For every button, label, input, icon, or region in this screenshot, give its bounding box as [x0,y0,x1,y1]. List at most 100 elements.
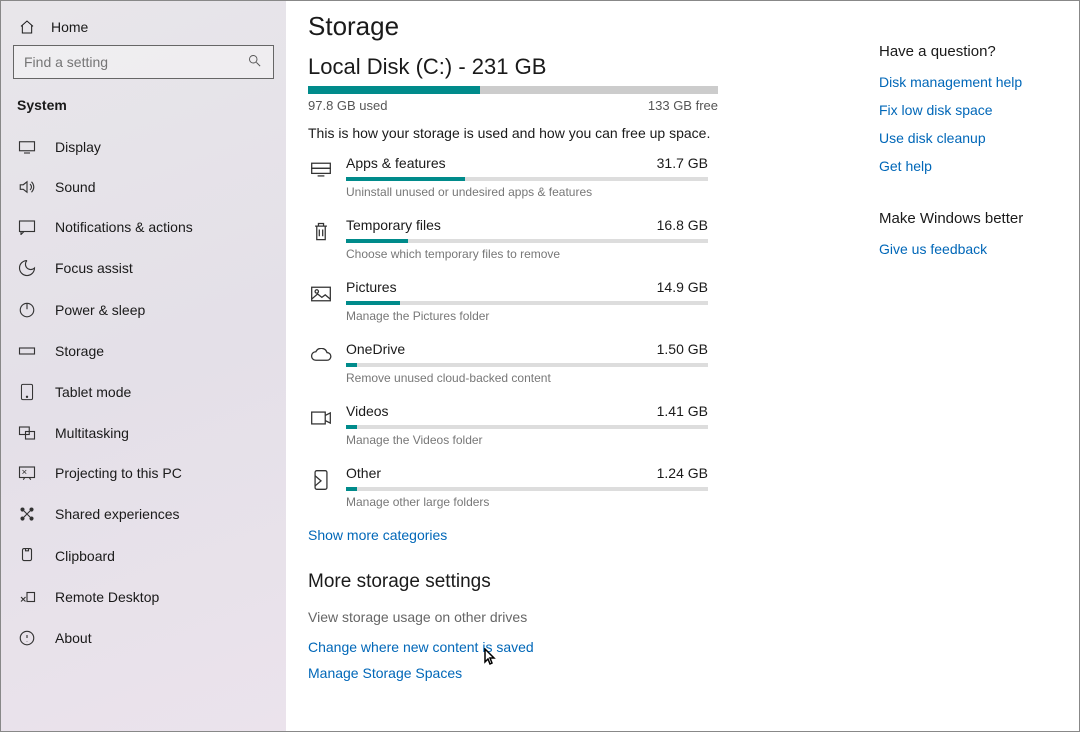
category-body: Other 1.24 GB Manage other large folders [346,465,708,509]
category-other[interactable]: Other 1.24 GB Manage other large folders [308,465,849,509]
category-hint: Uninstall unused or undesired apps & fea… [346,185,708,199]
nav-item-storage[interactable]: Storage [9,331,278,371]
nav-icon [17,383,37,401]
category-temporary-files[interactable]: Temporary files16.8 GBChoose which tempo… [308,217,849,261]
get-help-link[interactable]: Get help [879,158,1059,174]
disk-usage-bar [308,86,718,94]
category-pictures[interactable]: Pictures 14.9 GB Manage the Pictures folde… [308,279,849,323]
disk-title: Local Disk (C:) - 231 GB [308,54,849,80]
category-bar [346,239,708,243]
fix-low-disk-link[interactable]: Fix low disk space [879,102,1059,118]
nav-item-notifications-actions[interactable]: Notifications & actions [9,207,278,247]
category-hint: Manage other large folders [346,495,708,509]
category-name: Pictures [346,279,397,295]
category-onedrive[interactable]: OneDrive 1.50 GB Remove unused cloud-backe… [308,341,849,385]
disk-usage-fill [308,86,480,94]
storage-description: This is how your storage is used and how… [308,125,849,141]
nav-item-focus-assist[interactable]: Focus assist [9,247,278,289]
category-body: Temporary files16.8 GBChoose which tempo… [346,217,708,261]
disk-free-label: 133 GB free [648,98,718,113]
question-title: Have a question? [879,43,1059,60]
category-size: 1.41 GB [657,403,708,419]
disk-cleanup-link[interactable]: Use disk cleanup [879,130,1059,146]
category-body: OneDrive 1.50 GB Remove unused cloud-backe… [346,341,708,385]
search-input[interactable] [13,45,274,79]
nav-item-tablet-mode[interactable]: Tablet mode [9,371,278,413]
category-name: Temporary files [346,217,441,233]
nav-item-display[interactable]: Display [9,127,278,167]
nav-label: Remote Desktop [55,589,159,605]
category-name: OneDrive [346,341,405,357]
category-bar-fill [346,177,465,181]
nav-label: Projecting to this PC [55,465,182,481]
nav-icon [17,346,37,356]
category-bar-fill [346,363,357,367]
category-videos[interactable]: Videos 1.41 GB Manage the Videos folder [308,403,849,447]
category-bar [346,487,708,491]
nav-item-about[interactable]: About [9,617,278,659]
nav-item-shared-experiences[interactable]: Shared experiences [9,493,278,535]
category-name: Videos [346,403,389,419]
category-size: 14.9 GB [657,279,708,295]
category-bar [346,177,708,181]
category-bar-fill [346,301,400,305]
right-pane: Have a question? Disk management help Fi… [849,11,1059,721]
category-body: Pictures 14.9 GB Manage the Pictures folde… [346,279,708,323]
nav-icon [17,140,37,154]
nav-icon [17,589,37,605]
home-button[interactable]: Home [9,13,278,45]
disk-mgmt-help-link[interactable]: Disk management help [879,74,1059,90]
category-bar-fill [346,487,357,491]
category-hint: Manage the Pictures folder [346,309,708,323]
page-title: Storage [308,11,849,42]
nav-icon [17,219,37,235]
nav-item-sound[interactable]: Sound [9,167,278,207]
home-label: Home [51,19,88,35]
content: Storage Local Disk (C:) - 231 GB 97.8 GB… [308,11,849,721]
category-bar [346,301,708,305]
nav-item-power-sleep[interactable]: Power & sleep [9,289,278,331]
nav-item-clipboard[interactable]: Clipboard [9,535,278,577]
category-body: Apps & features 31.7 GB Uninstall unused o… [346,155,708,199]
nav-label: Display [55,139,101,155]
category-name: Apps & features [346,155,446,171]
nav-label: Power & sleep [55,302,145,318]
category-icon [308,157,334,183]
nav-label: Notifications & actions [55,219,193,235]
nav-label: Focus assist [55,260,133,276]
category-size: 1.50 GB [657,341,708,357]
sidebar-section-title: System [9,91,278,127]
category-size: 1.24 GB [657,465,708,481]
search-icon [247,53,262,71]
category-hint: Remove unused cloud-backed content [346,371,708,385]
nav-item-projecting-to-this-pc[interactable]: Projecting to this PC [9,453,278,493]
feedback-link[interactable]: Give us feedback [879,241,1059,257]
nav-list: Display Sound Notifications & actions Focus… [9,127,278,659]
nav-label: Shared experiences [55,506,180,522]
category-size: 31.7 GB [657,155,708,171]
nav-item-multitasking[interactable]: Multitasking [9,413,278,453]
change-save-location-link[interactable]: Change where new content is saved [308,639,849,655]
nav-icon [17,179,37,195]
nav-label: Storage [55,343,104,359]
disk-used-label: 97.8 GB used [308,98,388,113]
manage-storage-spaces-link[interactable]: Manage Storage Spaces [308,665,849,681]
nav-label: Multitasking [55,425,129,441]
category-apps-features[interactable]: Apps & features 31.7 GB Uninstall unused o… [308,155,849,199]
nav-icon [17,465,37,481]
category-size: 16.8 GB [657,217,708,233]
category-bar [346,425,708,429]
category-icon [308,467,334,493]
category-body: Videos 1.41 GB Manage the Videos folder [346,403,708,447]
category-bar [346,363,708,367]
more-settings-title: More storage settings [308,571,849,593]
view-other-drives-link[interactable]: View storage usage on other drives [308,609,849,625]
category-name: Other [346,465,381,481]
category-bar-fill [346,425,357,429]
category-hint: Manage the Videos folder [346,433,708,447]
feedback-title: Make Windows better [879,210,1059,227]
nav-icon [17,547,37,565]
home-icon [17,19,37,35]
nav-item-remote-desktop[interactable]: Remote Desktop [9,577,278,617]
show-more-categories-link[interactable]: Show more categories [308,527,849,543]
